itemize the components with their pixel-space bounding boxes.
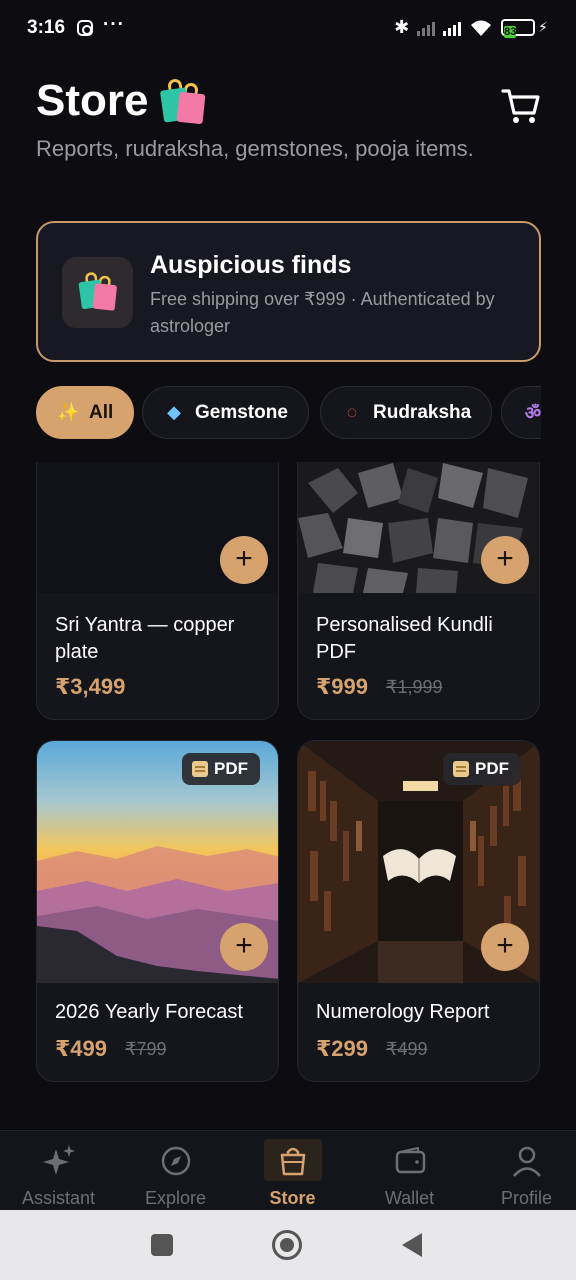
person-icon	[512, 1146, 541, 1177]
product-card-numerology[interactable]: PDF + Numerology Report ₹299 ₹499	[297, 740, 540, 1082]
nav-explore[interactable]: Explore	[118, 1131, 233, 1211]
nav-assistant[interactable]: Assistant	[1, 1131, 116, 1211]
product-price: ₹3,499	[55, 674, 126, 699]
nav-label: Profile	[500, 1188, 553, 1208]
home-button[interactable]	[272, 1230, 302, 1260]
bag-icon	[280, 1147, 305, 1176]
product-old-price: ₹499	[386, 1039, 428, 1059]
add-to-cart-button[interactable]: +	[481, 536, 529, 584]
bottom-nav: Assistant Explore Store Wallet Profile	[0, 1130, 576, 1210]
promo-icon-tile	[62, 257, 133, 328]
product-price: ₹299	[316, 1036, 369, 1061]
sparkles-icon: ✨	[57, 402, 80, 422]
add-to-cart-button[interactable]: +	[220, 536, 268, 584]
status-bar: 3:16 ··· ✱ 83 ⚡	[0, 0, 576, 58]
add-to-cart-button[interactable]: +	[220, 923, 268, 971]
sparkles-icon	[42, 1145, 75, 1175]
chip-pooja[interactable]: ॐ	[501, 386, 541, 439]
page-subtitle: Reports, rudraksha, gemstones, pooja ite…	[36, 136, 474, 161]
product-name: Personalised Kundli PDF	[316, 614, 493, 663]
product-grid: + Sri Yantra — copper plate ₹3,499 + Per…	[0, 462, 576, 1130]
chip-label: Rudraksha	[373, 401, 472, 423]
product-card-sri-yantra[interactable]: + Sri Yantra — copper plate ₹3,499	[36, 462, 279, 720]
beads-icon: ◌	[346, 402, 358, 422]
category-chips: ✨ All ◆ Gemstone ◌ Rudraksha ॐ	[36, 386, 541, 440]
gem-icon: ◆	[167, 402, 181, 422]
battery-icon: 83 ⚡	[501, 19, 548, 38]
recents-button[interactable]	[151, 1234, 173, 1256]
page-title: Store	[36, 76, 206, 126]
wallet-icon	[395, 1146, 425, 1174]
nav-wallet[interactable]: Wallet	[352, 1131, 467, 1211]
promo-banner[interactable]: Auspicious finds Free shipping over ₹999…	[36, 221, 541, 362]
product-old-price: ₹799	[125, 1039, 167, 1059]
chip-gemstone[interactable]: ◆ Gemstone	[142, 386, 309, 439]
signal-1-icon	[417, 20, 436, 36]
promo-text: Free shipping over ₹999 · Authenticated …	[150, 289, 495, 336]
chip-all[interactable]: ✨ All	[36, 386, 135, 439]
scroll-icon	[192, 761, 208, 777]
product-price: ₹499	[55, 1036, 108, 1061]
nav-store[interactable]: Store	[235, 1131, 350, 1211]
chip-rudraksha[interactable]: ◌ Rudraksha	[320, 386, 493, 439]
product-card-yearly-forecast[interactable]: PDF + 2026 Yearly Forecast ₹499 ₹799	[36, 740, 279, 1082]
shopping-bags-icon	[78, 271, 118, 312]
system-navigation-bar	[0, 1210, 576, 1280]
scroll-icon	[453, 761, 469, 777]
page-title-text: Store	[36, 76, 149, 125]
add-to-cart-button[interactable]: +	[481, 923, 529, 971]
signal-2-icon	[443, 20, 462, 36]
compass-icon	[161, 1146, 190, 1176]
back-button[interactable]	[402, 1233, 422, 1257]
nav-label: Wallet	[384, 1188, 435, 1208]
chip-label: Gemstone	[195, 401, 288, 423]
om-icon: ॐ	[524, 402, 541, 423]
status-time: 3:16	[27, 17, 66, 38]
product-card-kundli[interactable]: + Personalised Kundli PDF ₹999 ₹1,999	[297, 462, 540, 720]
cart-icon[interactable]	[500, 86, 542, 126]
pdf-badge: PDF	[443, 753, 521, 785]
promo-title: Auspicious finds	[150, 251, 352, 279]
product-name: Numerology Report	[316, 1001, 490, 1023]
product-old-price: ₹1,999	[386, 677, 443, 697]
product-name: Sri Yantra — copper plate	[55, 614, 235, 663]
nav-profile[interactable]: Profile	[469, 1131, 576, 1211]
instagram-icon	[77, 20, 93, 36]
charging-icon: ⚡	[538, 19, 548, 35]
nav-label: Store	[269, 1188, 316, 1208]
battery-level: 83	[504, 26, 517, 38]
nav-label: Explore	[144, 1188, 207, 1208]
pdf-badge-label: PDF	[475, 759, 509, 778]
product-name: 2026 Yearly Forecast	[55, 1001, 243, 1023]
pdf-badge: PDF	[182, 753, 260, 785]
wifi-icon	[471, 20, 492, 36]
more-notifications-icon: ···	[103, 14, 125, 35]
bluetooth-icon: ✱	[394, 17, 410, 37]
pdf-badge-label: PDF	[214, 759, 248, 778]
shopping-bags-icon	[160, 77, 206, 125]
chip-label: All	[89, 401, 114, 423]
product-price: ₹999	[316, 674, 369, 699]
nav-label: Assistant	[21, 1188, 96, 1208]
